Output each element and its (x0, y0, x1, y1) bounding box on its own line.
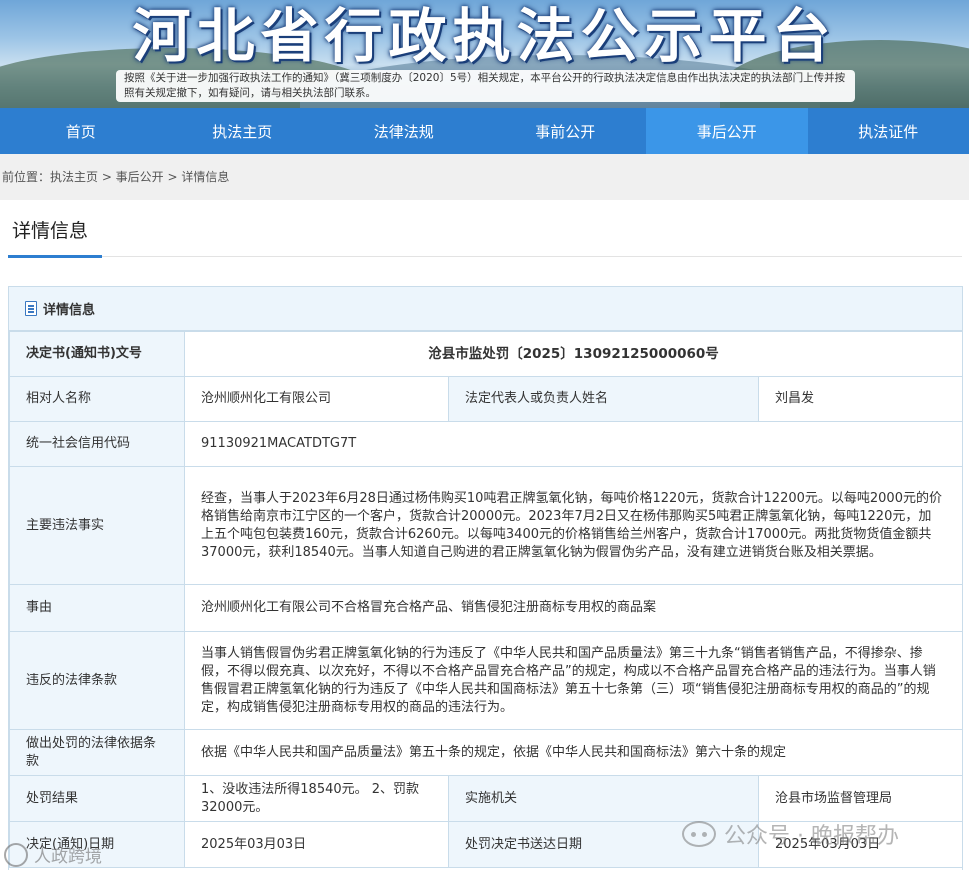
nav-item-home[interactable]: 首页 (0, 108, 162, 154)
cause-label: 事由 (9, 584, 185, 632)
party-value: 沧州顺州化工有限公司 (184, 376, 449, 422)
main-nav: 首页 执法主页 法律法规 事前公开 事后公开 执法证件 (0, 108, 969, 154)
divider (8, 256, 962, 257)
table-row: 违反的法律条款 当事人销售假冒伪劣君正牌氢氧化钠的行为违反了《中华人民共和国产品… (9, 631, 964, 730)
notice-text: 按照《关于进一步加强行政执法工作的通知》（冀三项制度办〔2020〕5号）相关规定… (116, 70, 855, 102)
facts-label: 主要违法事实 (9, 466, 185, 585)
watermark-left: 人政跨境 (4, 842, 102, 867)
panel-title: 详情信息 (43, 303, 96, 318)
result-value: 1、没收违法所得18540元。 2、罚款32000元。 (184, 775, 449, 822)
result-label: 处罚结果 (9, 775, 185, 822)
detail-table: 决定书(通知书)文号 沧县市监处罚〔2025〕13092125000060号 相… (9, 331, 964, 868)
decision-no-value: 沧县市监处罚〔2025〕13092125000060号 (183, 331, 964, 377)
breadcrumb: 前位置：执法主页 > 事后公开 > 详情信息 (0, 154, 969, 200)
decision-no-label: 决定书(通知书)文号 (9, 331, 185, 377)
nav-item-pre-disclosure[interactable]: 事前公开 (485, 108, 647, 154)
site-title: 河北省行政执法公示平台 (132, 2, 837, 70)
nav-item-post-disclosure[interactable]: 事后公开 (646, 108, 808, 154)
credit-code-label: 统一社会信用代码 (9, 421, 185, 467)
legal-rep-value: 刘昌发 (757, 376, 964, 422)
title-accent-bar (8, 255, 102, 258)
legal-rep-label: 法定代表人或负责人姓名 (448, 376, 759, 422)
detail-panel: 详情信息 决定书(通知书)文号 沧县市监处罚〔2025〕130921250000… (8, 286, 964, 870)
page-title: 详情信息 (12, 220, 89, 242)
watermark-right-text: 公众号 · 晚报帮办 (724, 824, 899, 849)
nav-item-certificates[interactable]: 执法证件 (808, 108, 969, 154)
cause-value: 沧州顺州化工有限公司不合格冒充合格产品、销售侵犯注册商标专用权的商品案 (183, 584, 964, 632)
decision-date-value: 2025年03月03日 (184, 821, 449, 868)
document-icon (25, 301, 37, 316)
basis-value: 依据《中华人民共和国产品质量法》第五十条的规定，依据《中华人民共和国商标法》第六… (183, 729, 964, 776)
credit-code-value: 91130921MACATDTG7T (183, 421, 964, 467)
agency-value: 沧县市场监督管理局 (757, 775, 964, 822)
watermark-right: 公众号 · 晚报帮办 (682, 818, 899, 850)
nav-item-laws[interactable]: 法律法规 (323, 108, 485, 154)
table-row: 相对人名称 沧州顺州化工有限公司 法定代表人或负责人姓名 刘昌发 (9, 376, 964, 422)
table-row: 做出处罚的法律依据条款 依据《中华人民共和国产品质量法》第五十条的规定，依据《中… (9, 729, 964, 776)
law-value: 当事人销售假冒伪劣君正牌氢氧化钠的行为违反了《中华人民共和国产品质量法》第三十九… (183, 631, 964, 730)
table-row: 决定书(通知书)文号 沧县市监处罚〔2025〕13092125000060号 (9, 331, 964, 377)
watermark-left-text: 人政跨境 (34, 847, 102, 867)
facts-value: 经查，当事人于2023年6月28日通过杨伟购买10吨君正牌氢氧化钠，每吨价格12… (183, 466, 964, 585)
table-row: 主要违法事实 经查，当事人于2023年6月28日通过杨伟购买10吨君正牌氢氧化钠… (9, 466, 964, 585)
nav-item-enforcement-home[interactable]: 执法主页 (162, 108, 324, 154)
table-row: 事由 沧州顺州化工有限公司不合格冒充合格产品、销售侵犯注册商标专用权的商品案 (9, 584, 964, 632)
party-label: 相对人名称 (9, 376, 185, 422)
watermark-logo-icon (4, 842, 28, 867)
panel-header: 详情信息 (9, 287, 962, 331)
law-label: 违反的法律条款 (9, 631, 185, 730)
basis-label: 做出处罚的法律依据条款 (9, 729, 185, 776)
table-row: 统一社会信用代码 91130921MACATDTG7T (9, 421, 964, 467)
agency-label: 实施机关 (448, 775, 759, 822)
wechat-icon (682, 821, 716, 847)
header-banner: 河北省行政执法公示平台 按照《关于进一步加强行政执法工作的通知》（冀三项制度办〔… (0, 0, 969, 108)
table-row: 处罚结果 1、没收违法所得18540元。 2、罚款32000元。 实施机关 沧县… (9, 775, 964, 822)
